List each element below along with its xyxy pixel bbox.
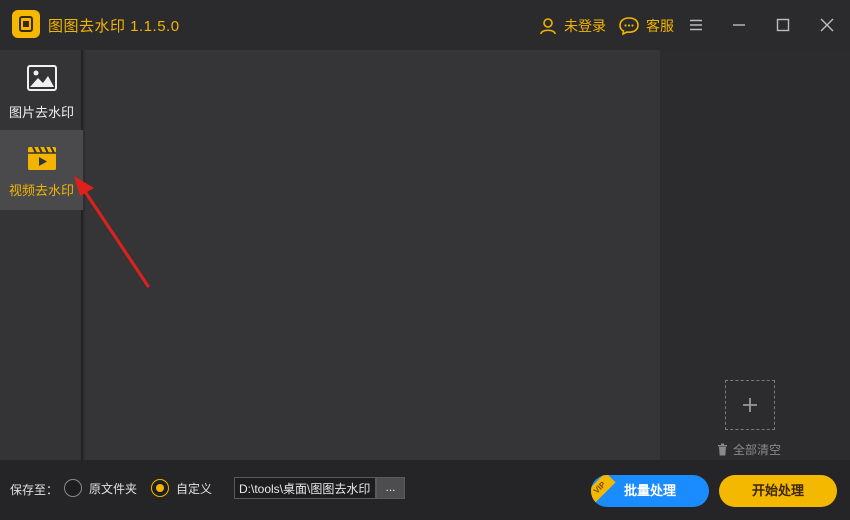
clear-all-label: 全部清空 (733, 443, 782, 457)
radio-button[interactable] (151, 479, 169, 497)
customer-service-button[interactable]: 客服 (618, 16, 674, 36)
bottom-bar: 保存至： 原文件夹 自定义 ... VIP 批量处理 开始处理 (0, 460, 850, 520)
service-label: 客服 (646, 18, 674, 34)
menu-button[interactable] (685, 13, 707, 37)
menu-icon (690, 19, 702, 31)
plus-icon (743, 398, 757, 412)
title-bar: 图图去水印 1.1.5.0 未登录 客服 (0, 0, 850, 50)
output-path-input[interactable] (234, 477, 376, 499)
trash-icon (718, 443, 727, 456)
batch-process-button[interactable]: VIP 批量处理 (591, 475, 709, 507)
batch-process-label: 批量处理 (623, 483, 676, 498)
sidebar-item-label: 图片去水印 (8, 105, 74, 120)
annotation-arrow (74, 176, 150, 288)
login-label: 未登录 (564, 18, 606, 34)
close-icon (820, 18, 834, 32)
image-icon (27, 65, 57, 91)
radio-label: 自定义 (176, 481, 213, 496)
login-button[interactable]: 未登录 (538, 16, 606, 36)
app-title: 图图去水印 1.1.5.0 (48, 18, 180, 35)
file-list-panel: 全部清空 (660, 50, 850, 460)
video-icon (28, 146, 56, 170)
vip-badge: VIP (591, 475, 616, 504)
close-button[interactable] (816, 13, 838, 37)
maximize-button[interactable] (772, 13, 794, 37)
add-file-button[interactable] (725, 380, 775, 430)
chat-icon (619, 17, 639, 36)
clear-all-button[interactable]: 全部清空 (717, 441, 781, 458)
minimize-icon (733, 24, 745, 26)
start-process-button[interactable]: 开始处理 (719, 475, 837, 507)
radio-original-folder[interactable]: 原文件夹 (64, 479, 137, 497)
radio-custom-folder[interactable]: 自定义 (151, 479, 212, 497)
sidebar-item-image-watermark[interactable]: 图片去水印 (0, 50, 83, 130)
minimize-button[interactable] (728, 13, 750, 37)
maximize-icon (776, 18, 790, 32)
user-icon (540, 18, 556, 35)
radio-label: 原文件夹 (89, 481, 138, 496)
preview-area (85, 50, 660, 460)
save-to-label: 保存至： (10, 483, 59, 497)
browse-button[interactable]: ... (376, 477, 405, 499)
radio-button[interactable] (64, 479, 82, 497)
app-logo-icon (12, 10, 40, 38)
